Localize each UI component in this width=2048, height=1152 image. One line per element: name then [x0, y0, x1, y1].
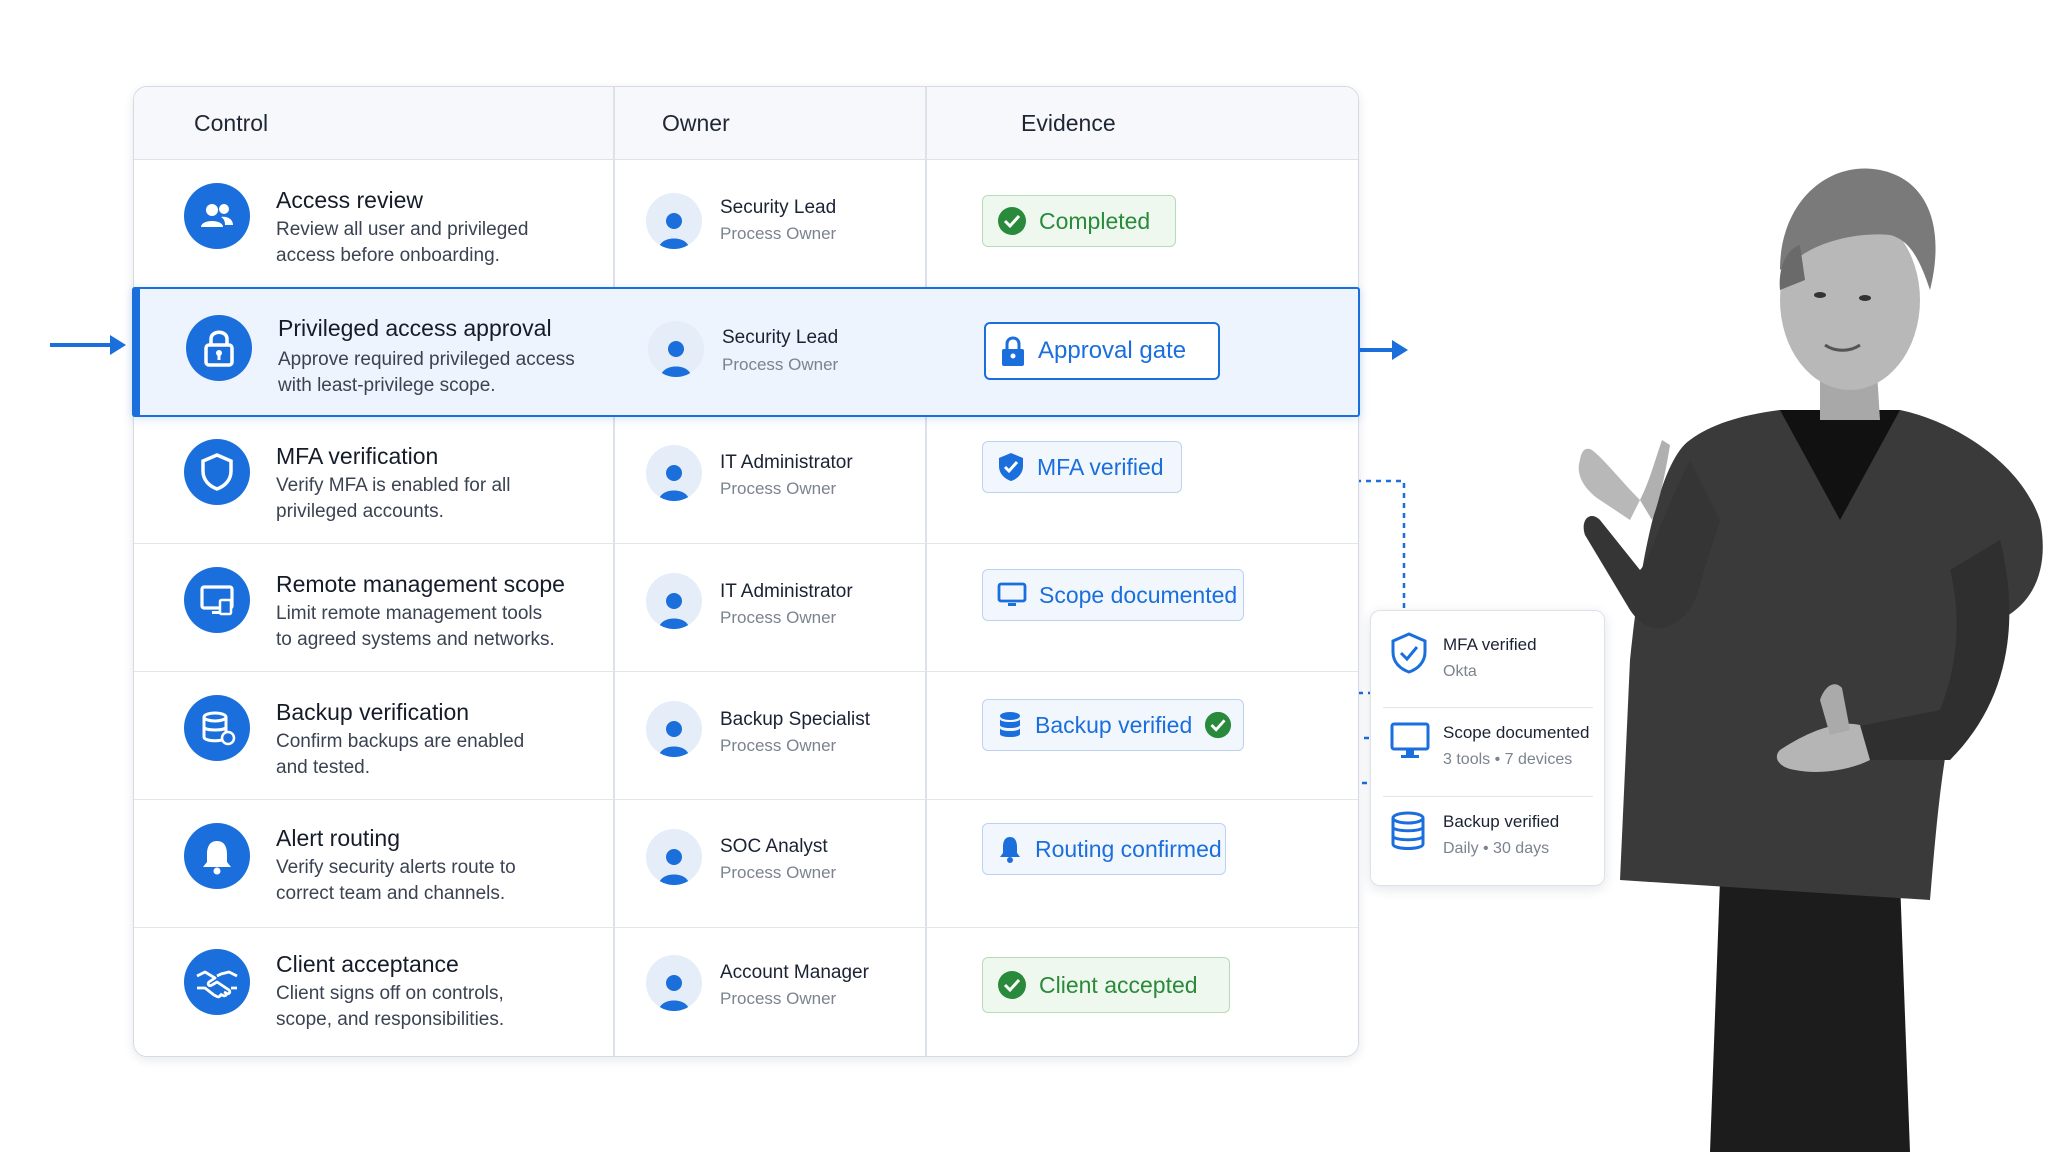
owner-name: Security Lead — [720, 197, 837, 218]
control-description: Verify security alerts route to correct t… — [276, 857, 516, 904]
table-row[interactable]: MFA verification Verify MFA is enabled f… — [134, 415, 1358, 544]
owner-role: Process Owner — [722, 355, 839, 374]
monitor-icon — [997, 581, 1027, 609]
avatar — [646, 701, 702, 757]
shield-check-icon — [997, 452, 1025, 482]
owner-name: Security Lead — [722, 327, 839, 348]
controls-table: Control Owner Evidence Access review Rev… — [132, 86, 1360, 1057]
table-header: Control Owner Evidence — [134, 87, 1358, 160]
approval-gate-badge[interactable]: Approval gate — [984, 322, 1220, 380]
avatar — [646, 193, 702, 249]
check-circle-icon — [997, 206, 1027, 236]
remote-monitor-icon — [184, 567, 250, 633]
avatar — [648, 321, 704, 377]
evidence-item-subtitle: Okta — [1443, 663, 1477, 680]
owner-role: Process Owner — [720, 863, 837, 882]
header-evidence: Evidence — [1021, 110, 1116, 136]
database-icon — [997, 710, 1023, 740]
owner-role: Process Owner — [720, 736, 837, 755]
control-description: Confirm backups are enabled and tested. — [276, 731, 525, 778]
shield-check-icon — [1389, 631, 1429, 675]
database-icon — [1389, 810, 1427, 852]
status-badge[interactable]: Client accepted — [982, 957, 1230, 1013]
status-badge[interactable]: MFA verified — [982, 441, 1182, 493]
avatar — [646, 829, 702, 885]
table-row[interactable]: Access review Review all user and privil… — [134, 159, 1358, 288]
owner-name: SOC Analyst — [720, 836, 828, 857]
status-badge[interactable]: Routing confirmed — [982, 823, 1226, 875]
control-description: Approve required privileged access with l… — [278, 349, 575, 396]
control-title: MFA verification — [276, 443, 439, 469]
lock-icon — [186, 315, 252, 381]
presenter-photo — [1578, 168, 2043, 1152]
control-title: Client acceptance — [276, 951, 459, 977]
avatar — [646, 955, 702, 1011]
control-title: Remote management scope — [276, 571, 565, 597]
owner-role: Process Owner — [720, 479, 837, 498]
table-row[interactable]: Client acceptance Client signs off on co… — [134, 927, 1358, 1055]
handshake-icon — [184, 949, 250, 1015]
table-row[interactable]: Remote management scope Limit remote man… — [134, 543, 1358, 672]
owner-name: Backup Specialist — [720, 709, 870, 730]
users-icon — [184, 183, 250, 249]
owner-name: IT Administrator — [720, 581, 853, 602]
control-description: Review all user and privileged access bef… — [276, 219, 529, 266]
owner-name: Account Manager — [720, 962, 869, 983]
status-badge[interactable]: Completed — [982, 195, 1176, 247]
status-badge[interactable]: Backup verified — [982, 699, 1244, 751]
control-title: Backup verification — [276, 699, 470, 725]
owner-role: Process Owner — [720, 224, 837, 243]
table-row[interactable]: Backup verification Confirm backups are … — [134, 671, 1358, 800]
database-icon — [184, 695, 250, 761]
table-row-highlighted[interactable]: Privileged access approval Approve requi… — [132, 287, 1360, 417]
lock-icon — [1000, 335, 1026, 367]
control-description: Verify MFA is enabled for all privileged … — [276, 475, 511, 522]
avatar — [646, 445, 702, 501]
owner-role: Process Owner — [720, 989, 837, 1008]
control-title: Privileged access approval — [278, 315, 552, 341]
status-badge[interactable]: Scope documented — [982, 569, 1244, 621]
control-title: Access review — [276, 187, 423, 213]
check-circle-icon — [997, 970, 1027, 1000]
header-owner: Owner — [662, 110, 730, 136]
highlight-indicator — [132, 287, 140, 417]
avatar — [646, 573, 702, 629]
control-description: Client signs off on controls, scope, and … — [276, 983, 505, 1030]
table-row[interactable]: Alert routing Verify security alerts rou… — [134, 799, 1358, 928]
check-circle-icon — [1204, 711, 1232, 739]
owner-role: Process Owner — [720, 608, 837, 627]
control-title: Alert routing — [276, 825, 401, 851]
shield-icon — [184, 439, 250, 505]
bell-icon — [997, 834, 1023, 864]
bell-icon — [184, 823, 250, 889]
monitor-icon — [1389, 721, 1431, 761]
header-control: Control — [194, 110, 269, 136]
owner-name: IT Administrator — [720, 452, 853, 473]
control-description: Limit remote management tools to agreed s… — [276, 603, 555, 650]
